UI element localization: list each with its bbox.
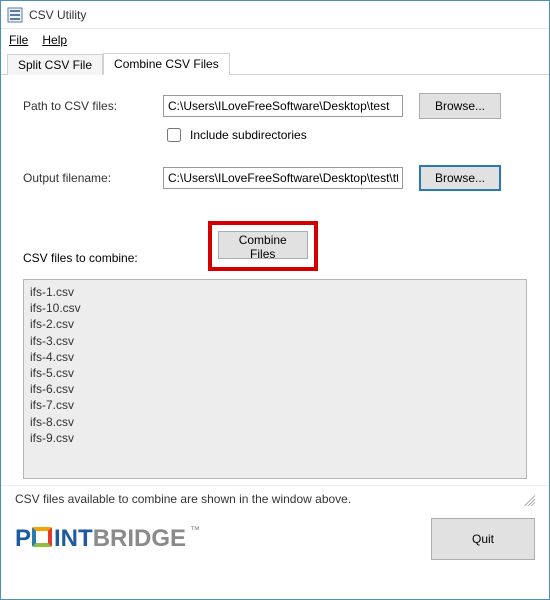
list-item[interactable]: ifs-3.csv (30, 333, 520, 349)
app-icon (7, 7, 23, 23)
browse-path-button[interactable]: Browse... (419, 93, 501, 119)
combine-highlight-box: Combine Files (208, 221, 318, 271)
list-item[interactable]: ifs-8.csv (30, 414, 520, 430)
tab-content: Path to CSV files: Browse... Include sub… (1, 75, 549, 485)
status-row: CSV files available to combine are shown… (1, 485, 549, 510)
tab-split-csv[interactable]: Split CSV File (7, 54, 103, 75)
pointbridge-logo: PINTBRIDGE™ (15, 525, 200, 553)
combine-files-button[interactable]: Combine Files (218, 231, 308, 259)
path-input[interactable] (163, 95, 403, 117)
tab-row: Split CSV File Combine CSV Files (1, 51, 549, 75)
tab-combine-csv[interactable]: Combine CSV Files (103, 53, 230, 75)
quit-button[interactable]: Quit (431, 518, 535, 560)
list-item[interactable]: ifs-10.csv (30, 300, 520, 316)
list-item[interactable]: ifs-1.csv (30, 284, 520, 300)
menu-help[interactable]: Help (42, 33, 67, 47)
window-title: CSV Utility (29, 8, 86, 22)
include-subdirs-checkbox[interactable] (167, 128, 181, 142)
list-item[interactable]: ifs-6.csv (30, 381, 520, 397)
include-subdirs-label: Include subdirectories (190, 128, 307, 142)
logo-o-icon (32, 527, 52, 547)
list-item[interactable]: ifs-5.csv (30, 365, 520, 381)
hint-text: CSV files available to combine are shown… (15, 492, 351, 506)
output-input[interactable] (163, 167, 403, 189)
list-item[interactable]: ifs-2.csv (30, 316, 520, 332)
browse-output-button[interactable]: Browse... (419, 165, 501, 191)
path-label: Path to CSV files: (23, 99, 163, 113)
file-list[interactable]: ifs-1.csv ifs-10.csv ifs-2.csv ifs-3.csv… (23, 279, 527, 479)
title-bar: CSV Utility (1, 1, 549, 29)
list-item[interactable]: ifs-7.csv (30, 397, 520, 413)
menu-file[interactable]: File (9, 33, 28, 47)
output-label: Output filename: (23, 171, 163, 185)
list-item[interactable]: ifs-4.csv (30, 349, 520, 365)
footer: PINTBRIDGE™ Quit (1, 510, 549, 570)
resize-grip-icon[interactable] (521, 492, 535, 506)
menu-bar: File Help (1, 29, 549, 51)
file-list-label: CSV files to combine: (23, 251, 138, 271)
list-item[interactable]: ifs-9.csv (30, 430, 520, 446)
